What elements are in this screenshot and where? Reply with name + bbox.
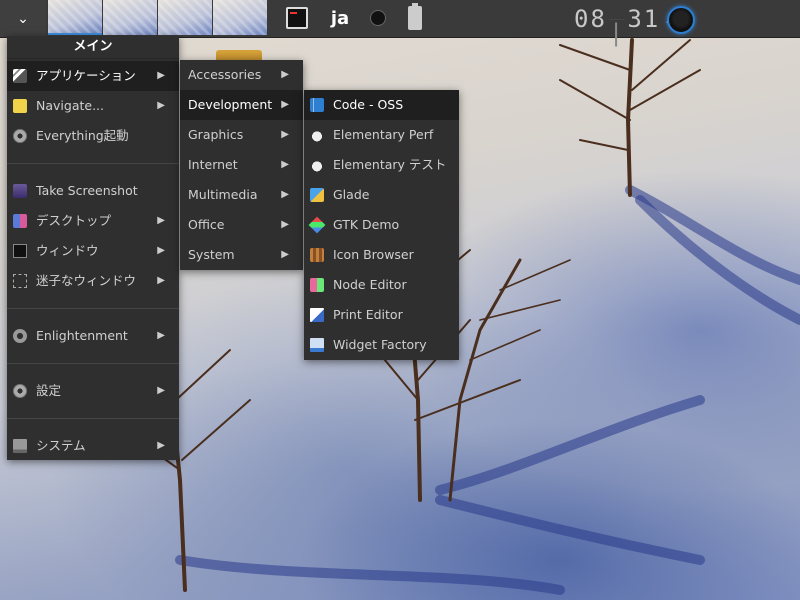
enlightenment-icon — [13, 329, 27, 343]
app-widget-factory[interactable]: Widget Factory — [304, 330, 459, 360]
clock-minutes: 31 — [627, 5, 661, 33]
arrow-right-icon: ▶ — [157, 245, 165, 256]
arrow-right-icon: ▶ — [281, 189, 289, 200]
menu-item-desktop[interactable]: デスクトップ ▶ — [7, 206, 179, 236]
code-oss-icon — [310, 98, 324, 112]
menu-item-everything[interactable]: Everything起動 — [7, 121, 179, 151]
menu-item-system[interactable]: システム ▶ — [7, 431, 179, 461]
backlight-indicator[interactable] — [370, 5, 386, 31]
power-icon[interactable] — [667, 6, 695, 34]
arrow-right-icon: ▶ — [281, 249, 289, 260]
arrow-right-icon: ▶ — [157, 275, 165, 286]
category-multimedia[interactable]: Multimedia ▶ — [180, 180, 303, 210]
app-node-editor[interactable]: Node Editor — [304, 270, 459, 300]
menu-separator — [7, 418, 179, 419]
category-development[interactable]: Development ▶ — [180, 90, 303, 120]
arrow-right-icon: ▶ — [157, 100, 165, 111]
menu-item-settings[interactable]: 設定 ▶ — [7, 376, 179, 406]
pager-desk-2[interactable] — [103, 0, 157, 35]
bulb-icon — [370, 10, 386, 26]
arrow-right-icon: ▶ — [281, 129, 289, 140]
top-shelf: ⌄ ja 08 | 31 AM — [0, 0, 800, 47]
arrow-right-icon: ▶ — [157, 440, 165, 451]
language-indicator[interactable]: ja — [328, 5, 352, 31]
app-elementary-test[interactable]: Elementary テスト — [304, 150, 459, 180]
window-icon — [13, 244, 27, 258]
clock-hours: 08 — [574, 5, 607, 33]
menu-separator — [7, 363, 179, 364]
menu-item-navigate[interactable]: Navigate... ▶ — [7, 91, 179, 121]
glade-icon — [310, 188, 324, 202]
pager-desk-4[interactable] — [213, 0, 267, 35]
category-internet[interactable]: Internet ▶ — [180, 150, 303, 180]
desktop-pager — [48, 0, 268, 37]
app-elementary-perf[interactable]: Elementary Perf — [304, 120, 459, 150]
folder-icon — [13, 99, 27, 113]
app-gtk-demo[interactable]: GTK Demo — [304, 210, 459, 240]
category-system[interactable]: System ▶ — [180, 240, 303, 270]
app-icon-browser[interactable]: Icon Browser — [304, 240, 459, 270]
apps-icon — [13, 69, 27, 83]
menu-item-enlightenment[interactable]: Enlightenment ▶ — [7, 321, 179, 351]
terminal-icon — [286, 7, 308, 29]
elementary-test-icon — [310, 158, 324, 172]
category-accessories[interactable]: Accessories ▶ — [180, 60, 303, 90]
app-code-oss[interactable]: Code - OSS — [304, 90, 459, 120]
arrow-right-icon: ▶ — [157, 330, 165, 341]
question-window-icon — [13, 274, 27, 288]
pager-desk-3[interactable] — [158, 0, 212, 35]
battery-indicator[interactable] — [406, 3, 424, 31]
arrow-right-icon: ▶ — [157, 385, 165, 396]
menu-item-windows[interactable]: ウィンドウ ▶ — [7, 236, 179, 266]
main-menu: メイン アプリケーション ▶ Navigate... ▶ Everything起… — [7, 36, 179, 460]
category-graphics[interactable]: Graphics ▶ — [180, 120, 303, 150]
desktop-icon — [13, 214, 27, 228]
clock-separator: | — [608, 18, 626, 47]
arrow-right-icon: ▶ — [281, 69, 289, 80]
menu-separator — [7, 163, 179, 164]
settings-gear-icon — [13, 384, 27, 398]
app-glade[interactable]: Glade — [304, 180, 459, 210]
start-menu-button[interactable]: ⌄ — [0, 0, 46, 37]
gear-icon — [13, 129, 27, 143]
gtk-demo-icon — [308, 216, 326, 234]
chevron-down-icon: ⌄ — [17, 10, 29, 27]
main-menu-title: メイン — [7, 36, 179, 59]
applications-submenu: Accessories ▶ Development ▶ Graphics ▶ I… — [180, 60, 303, 270]
arrow-right-icon: ▶ — [157, 70, 165, 81]
print-editor-icon — [310, 308, 324, 322]
arrow-right-icon: ▶ — [281, 99, 289, 110]
menu-item-applications[interactable]: アプリケーション ▶ — [7, 61, 179, 91]
development-submenu: Code - OSS Elementary Perf Elementary テス… — [304, 90, 459, 360]
monitor-icon — [13, 439, 27, 453]
widget-factory-icon — [310, 338, 324, 352]
arrow-right-icon: ▶ — [281, 219, 289, 230]
node-editor-icon — [310, 278, 324, 292]
elementary-perf-icon — [310, 128, 324, 142]
icon-browser-icon — [310, 248, 324, 262]
battery-icon — [408, 3, 422, 30]
menu-item-take-screenshot[interactable]: Take Screenshot — [7, 176, 179, 206]
arrow-right-icon: ▶ — [281, 159, 289, 170]
arrow-right-icon: ▶ — [157, 215, 165, 226]
terminal-launcher[interactable] — [286, 5, 308, 31]
pager-desk-1[interactable] — [48, 0, 102, 35]
category-office[interactable]: Office ▶ — [180, 210, 303, 240]
camera-icon — [13, 184, 27, 198]
app-print-editor[interactable]: Print Editor — [304, 300, 459, 330]
menu-separator — [7, 308, 179, 309]
menu-item-lost-windows[interactable]: 迷子なウィンドウ ▶ — [7, 266, 179, 296]
